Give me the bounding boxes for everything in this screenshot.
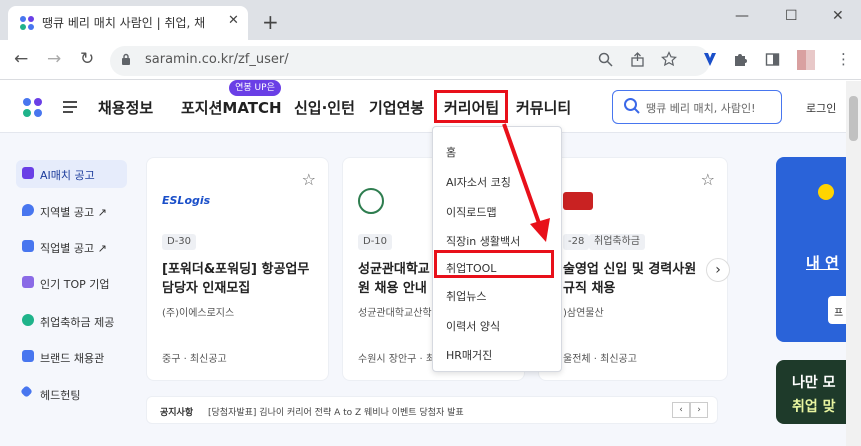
sidepanel-icon[interactable] (765, 52, 780, 67)
maximize-button[interactable]: ☐ (785, 8, 798, 24)
company-logo: ESLogis (162, 188, 212, 214)
deadline-badge: D-10 (358, 234, 393, 250)
dropdown-item-roadmap[interactable]: 이직로드맵 (446, 204, 497, 220)
job-card[interactable]: ☆ -28 취업축하금 술영업 신입 및 경력사원 규직 채용 )삼연물산 울전… (538, 157, 728, 381)
notice-next-button[interactable]: › (690, 402, 708, 418)
sidebar-label: 취업축하금 제공 (40, 316, 115, 329)
new-tab-button[interactable]: + (262, 10, 279, 34)
profile-icon[interactable] (797, 50, 815, 70)
nav-position-match[interactable]: 포지션MATCH (181, 97, 282, 118)
job-location: 울전체 · 최신공고 (563, 354, 637, 365)
coin-icon (818, 184, 834, 200)
coin-icon (22, 314, 34, 326)
site-logo-icon[interactable] (23, 98, 43, 118)
login-link[interactable]: 로그인 (806, 100, 836, 116)
zoom-icon[interactable] (598, 52, 613, 67)
dropdown-item-ai-coaching[interactable]: AI자소서 코칭 (446, 174, 511, 190)
deadline-badge: D-30 (162, 234, 197, 250)
dropdown-item-hr-magazine[interactable]: HR매거진 (446, 347, 492, 363)
url-text[interactable]: saramin.co.kr/zf_user/ (145, 52, 289, 67)
job-location: 중구 · 최신공고 (162, 354, 227, 365)
university-seal-icon (358, 188, 384, 214)
close-window-button[interactable]: ✕ (832, 8, 844, 24)
deadline-badge: -28 (563, 234, 590, 250)
sidebar-item-job[interactable]: 직업별 공고 ↗ (16, 233, 127, 261)
menu-icon[interactable]: ⋮ (836, 50, 851, 68)
scrollbar-thumb[interactable] (849, 96, 858, 141)
job-title[interactable]: [포워더&포워딩] 항공업무 담당자 인재모집 (162, 260, 322, 298)
crown-icon (22, 276, 34, 288)
briefcase-icon (22, 240, 34, 252)
sidebar-label: 직업별 공고 ↗ (40, 242, 107, 255)
search-placeholder: 땡큐 베리 매치, 사람인! (646, 102, 756, 115)
sidebar-label: 인기 TOP 기업 (40, 278, 110, 291)
sidebar-item-brand[interactable]: 브랜드 채용관 (16, 343, 127, 371)
company-logo-mark (563, 192, 593, 210)
dropdown-item-resume-form[interactable]: 이력서 양식 (446, 318, 500, 334)
carousel-next-button[interactable]: › (706, 258, 730, 282)
ai-icon (22, 167, 34, 179)
sidebar-label: 헤드헌팅 (40, 389, 81, 402)
share-icon[interactable] (630, 52, 645, 67)
dropdown-item-work-life[interactable]: 직장in 생활백서 (446, 233, 520, 249)
pushpin-icon (20, 385, 33, 398)
promo-banner-2-line1: 나만 모 (792, 375, 836, 391)
nav-jobs[interactable]: 채용정보 (98, 97, 153, 118)
job-card[interactable]: ESLogis ☆ D-30 [포워더&포워딩] 항공업무 담당자 인재모집 (… (146, 157, 329, 381)
job-title[interactable]: 술영업 신입 및 경력사원 규직 채용 (563, 260, 703, 298)
promo-banner-button-label: 프 (834, 308, 844, 319)
company-name[interactable]: 성균관대학교산학 (358, 304, 432, 319)
sidebar-item-top-company[interactable]: 인기 TOP 기업 (16, 269, 127, 297)
sidebar-item-region[interactable]: 지역별 공고 ↗ (16, 197, 127, 225)
promo-banner-text: 내 연 (806, 254, 839, 272)
notice-prev-button[interactable]: ‹ (672, 402, 690, 418)
dropdown-highlight-box (434, 250, 554, 278)
star-icon[interactable] (661, 51, 677, 67)
tab-close-icon[interactable]: ✕ (228, 13, 239, 28)
company-logo-text: ESLogis (162, 194, 211, 207)
extension-v-icon[interactable] (703, 52, 717, 67)
bonus-badge: 취업축하금 (589, 234, 645, 250)
brand-icon (22, 350, 34, 362)
job-location: 수원시 장안구 · 최 (358, 354, 436, 365)
nav-highlight-box (434, 90, 508, 123)
nav-company-salary[interactable]: 기업연봉 (369, 97, 424, 118)
promo-banner-2-line2: 취업 맞 (792, 399, 836, 415)
notice-label: 공지사항 (160, 408, 194, 418)
company-name[interactable]: (주)이에스로지스 (162, 304, 234, 319)
sidebar-item-headhunting[interactable]: 헤드헌팅 (16, 380, 127, 408)
nav-community[interactable]: 커뮤니티 (516, 97, 571, 118)
hamburger-menu-icon[interactable] (62, 100, 78, 114)
reload-button[interactable]: ↻ (80, 49, 94, 69)
company-logo (563, 188, 613, 214)
puzzle-icon[interactable] (733, 52, 748, 67)
lock-icon[interactable] (121, 53, 131, 66)
pin-icon (22, 204, 34, 216)
bookmark-star-icon[interactable]: ☆ (701, 170, 715, 189)
search-icon[interactable] (623, 97, 641, 115)
career-tip-dropdown (432, 126, 562, 372)
forward-button[interactable]: → (47, 49, 61, 69)
minimize-button[interactable]: — (735, 8, 749, 24)
sidebar-label: 지역별 공고 ↗ (40, 206, 107, 219)
dropdown-item-home[interactable]: 홈 (446, 144, 456, 160)
sidebar-item-bonus[interactable]: 취업축하금 제공 (16, 307, 127, 335)
bookmark-star-icon[interactable]: ☆ (302, 170, 316, 189)
back-button[interactable]: ← (14, 49, 28, 69)
tab-title: 땡큐 베리 매치 사람인 | 취업, 채 (42, 16, 206, 30)
sidebar-label: 브랜드 채용관 (40, 352, 105, 365)
company-name[interactable]: )삼연물산 (563, 304, 604, 319)
dropdown-item-job-news[interactable]: 취업뉴스 (446, 288, 486, 304)
company-logo (358, 188, 408, 214)
sidebar-item-ai-match[interactable]: AI매치 공고 (16, 160, 127, 188)
notice-text[interactable]: [당첨자발표] 김나이 커리어 전략 A to Z 웨비나 이벤트 당첨자 발표 (208, 405, 464, 418)
favicon-icon (20, 16, 34, 30)
sidebar-label: AI매치 공고 (40, 169, 95, 182)
salary-up-badge: 연봉 UP은 (229, 80, 281, 96)
nav-newcomer-intern[interactable]: 신입·인턴 (294, 97, 355, 118)
